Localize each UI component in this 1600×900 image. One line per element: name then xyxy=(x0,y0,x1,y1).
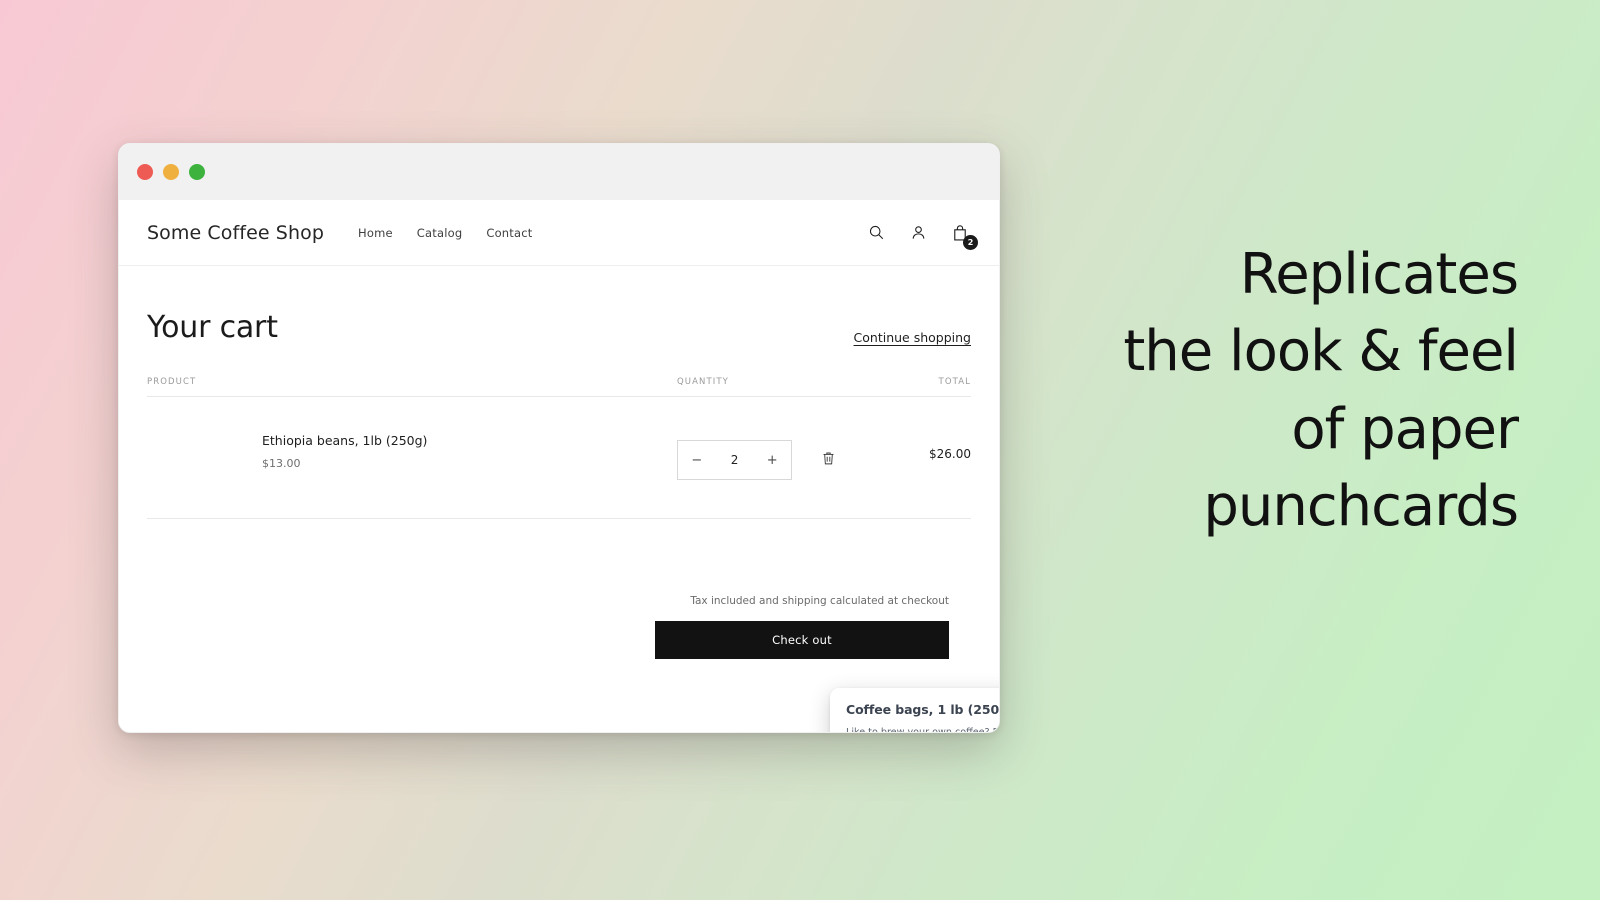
quantity-stepper: − 2 + xyxy=(677,440,792,480)
tax-note: Tax included and shipping calculated at … xyxy=(690,595,949,607)
header-actions: 2 xyxy=(865,222,978,250)
window-titlebar xyxy=(119,144,999,200)
account-icon[interactable] xyxy=(907,222,929,244)
window-minimize-button[interactable] xyxy=(163,164,179,180)
nav-item-home[interactable]: Home xyxy=(358,226,393,240)
cart-column-headers: PRODUCT QUANTITY TOTAL xyxy=(147,377,971,397)
shop-page: Some Coffee Shop Home Catalog Contact 2 … xyxy=(119,200,1000,733)
cart-item-price: $13.00 xyxy=(262,457,301,470)
cart-item-total: $26.00 xyxy=(929,447,971,461)
column-header-product: PRODUCT xyxy=(147,377,197,387)
cart-item-name[interactable]: Ethiopia beans, 1lb (250g) xyxy=(262,433,677,448)
cart-container: Your cart Continue shopping PRODUCT QUAN… xyxy=(119,266,999,659)
column-header-total: TOTAL xyxy=(938,377,971,387)
site-header: Some Coffee Shop Home Catalog Contact 2 xyxy=(119,200,999,266)
punchcard-popup: Coffee bags, 1 lb (250g) Like to brew yo… xyxy=(830,688,1000,733)
column-header-quantity: QUANTITY xyxy=(677,377,729,387)
search-icon[interactable] xyxy=(865,222,887,244)
cart-item-quantity-cell: − 2 + xyxy=(677,433,856,480)
checkout-button[interactable]: Check out xyxy=(655,621,949,659)
quantity-increment-button[interactable]: + xyxy=(753,441,791,479)
cart-footer: Tax included and shipping calculated at … xyxy=(147,595,971,659)
punchcard-popup-description: Like to brew your own coffee? Buy 5 bags… xyxy=(846,727,1000,733)
main-navigation: Home Catalog Contact xyxy=(358,226,533,240)
table-row: Ethiopia beans, 1lb (250g) $13.00 − 2 + xyxy=(147,397,971,519)
page-title: Your cart xyxy=(147,310,278,345)
browser-window: Some Coffee Shop Home Catalog Contact 2 … xyxy=(118,143,1000,733)
nav-item-catalog[interactable]: Catalog xyxy=(417,226,463,240)
tagline-line-2: the look & feel xyxy=(1123,319,1519,385)
continue-shopping-link[interactable]: Continue shopping xyxy=(854,330,971,345)
quantity-decrement-button[interactable]: − xyxy=(678,441,716,479)
punchcard-popup-title: Coffee bags, 1 lb (250g) xyxy=(846,702,1000,717)
punchcard-popup-header: Coffee bags, 1 lb (250g) xyxy=(846,702,1000,718)
tagline-line-1: Replicates xyxy=(1239,242,1519,307)
quantity-value[interactable]: 2 xyxy=(716,453,754,467)
cart-header: Your cart Continue shopping xyxy=(147,266,971,345)
trash-icon[interactable] xyxy=(822,440,835,470)
marketing-tagline: Replicates the look & feel of paper punc… xyxy=(958,236,1519,545)
tagline-line-3: of paper xyxy=(1291,396,1519,462)
window-zoom-button[interactable] xyxy=(189,164,205,180)
nav-item-contact[interactable]: Contact xyxy=(486,226,532,240)
window-close-button[interactable] xyxy=(137,164,153,180)
site-brand[interactable]: Some Coffee Shop xyxy=(147,222,324,244)
cart-item-product-cell: Ethiopia beans, 1lb (250g) $13.00 xyxy=(147,433,677,470)
tagline-line-4: punchcards xyxy=(1203,473,1519,539)
